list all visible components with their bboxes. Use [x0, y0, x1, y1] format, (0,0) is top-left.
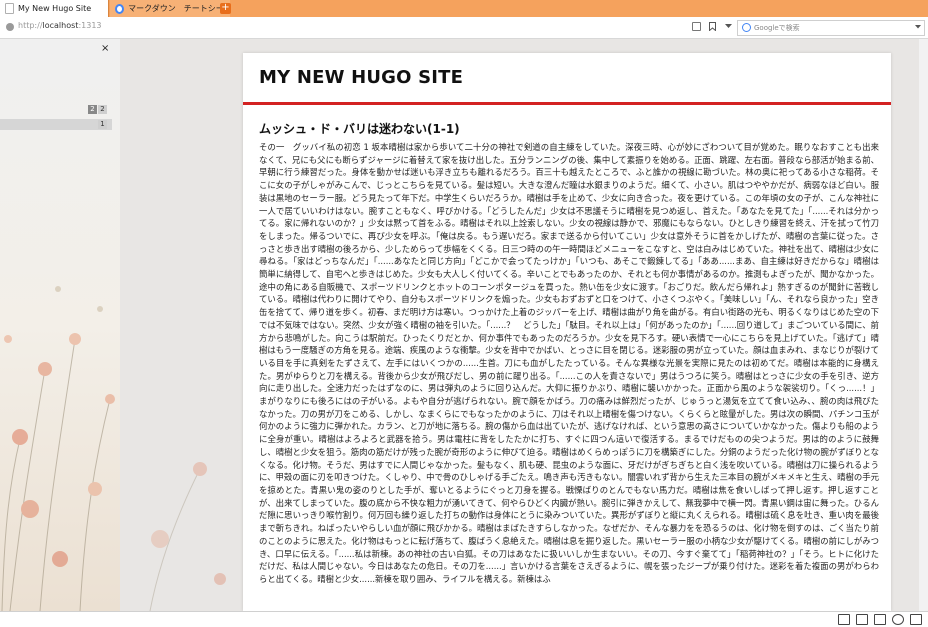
new-tab-button[interactable]: + — [220, 3, 231, 14]
tab-my-new-hugo-site[interactable]: My New Hugo Site — [0, 0, 109, 17]
status-bar-icons — [838, 614, 922, 625]
url-port: :1313 — [78, 21, 102, 30]
tab-markdown-cheatsheet[interactable]: マークダウン チートシート コ — [110, 0, 230, 17]
camera-icon[interactable] — [838, 614, 850, 625]
address-bar: http://localhost:1313 Googleで検索 — [0, 17, 928, 39]
post-title[interactable]: ムッシュ・ド・バリは迷わない(1-1) — [259, 120, 460, 137]
reader-mode-icon[interactable] — [692, 22, 701, 31]
count-badge: 1 — [98, 120, 107, 129]
site-title[interactable]: MY NEW HUGO SITE — [259, 67, 463, 88]
sidebar-panel: × 2 2 1 — [0, 39, 120, 611]
zoom-icon[interactable] — [910, 614, 922, 625]
search-engine-dropdown-icon[interactable] — [915, 23, 921, 31]
chevron-down-icon[interactable] — [723, 21, 733, 32]
address-bar-buttons — [692, 21, 733, 32]
count-badge: 2 — [98, 105, 107, 114]
google-icon — [115, 3, 125, 14]
url-field[interactable]: http://localhost:1313 — [18, 21, 102, 30]
header-divider — [243, 102, 891, 105]
tab-bar: My New Hugo Site マークダウン チートシート コ + — [0, 0, 928, 17]
close-icon[interactable]: × — [101, 43, 109, 54]
status-bar — [0, 611, 928, 627]
post-card: MY NEW HUGO SITE ムッシュ・ド・バリは迷わない(1-1) その一… — [243, 53, 891, 611]
window-icon[interactable] — [856, 614, 868, 625]
post-body: その一 グッバイ私の初恋 1 坂本晴樹は家から歩いて二十分の神社で剣道の自主練を… — [259, 142, 879, 584]
sidebar-item-selected[interactable]: 1 — [0, 119, 112, 130]
url-scheme: http:// — [18, 21, 43, 30]
google-icon — [742, 23, 751, 32]
code-icon[interactable] — [892, 614, 904, 625]
image-icon[interactable] — [874, 614, 886, 625]
tab-label: マークダウン チートシート コ — [128, 4, 230, 13]
page-icon — [5, 3, 14, 14]
site-info-icon[interactable] — [6, 23, 14, 31]
search-box[interactable]: Googleで検索 — [737, 20, 925, 36]
count-badge: 2 — [88, 105, 97, 114]
bookmark-icon[interactable] — [707, 21, 717, 32]
search-placeholder: Googleで検索 — [754, 24, 800, 32]
sidebar-item[interactable]: 2 2 — [0, 105, 112, 115]
scrollbar[interactable] — [919, 39, 928, 611]
tab-label: My New Hugo Site — [18, 4, 92, 13]
url-host: localhost — [42, 21, 79, 30]
